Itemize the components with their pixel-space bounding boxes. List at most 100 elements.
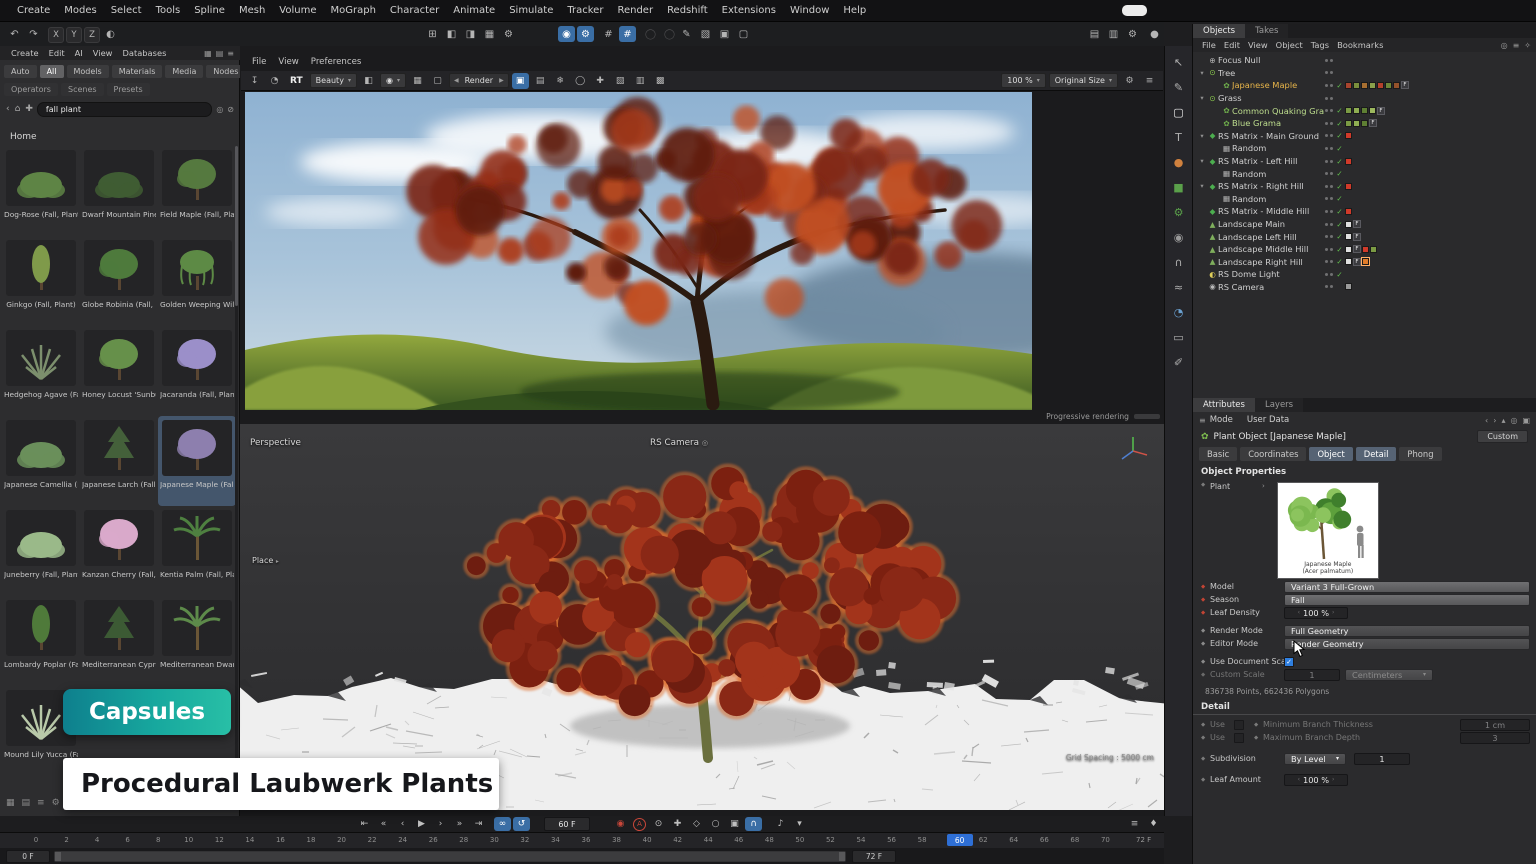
material-tag[interactable] — [1361, 120, 1368, 127]
range-slider[interactable] — [54, 851, 846, 862]
size-select[interactable]: Original Size▾ — [1049, 73, 1118, 88]
viewport-place-label[interactable]: Place ▸ — [252, 556, 279, 565]
asset-item-globe-robinia-fall-pl[interactable]: Globe Robinia (Fall, Pl... — [80, 236, 158, 326]
viewport-view-label[interactable]: Perspective — [250, 438, 301, 448]
asset-item-hedgehog-agave-fall[interactable]: Hedgehog Agave (Fall... — [2, 326, 80, 416]
menu-window[interactable]: Window — [783, 0, 836, 22]
material-tag[interactable] — [1353, 82, 1360, 89]
attributes-menu-icon[interactable]: ≡ — [1199, 416, 1206, 425]
fields-tag[interactable]: F — [1353, 258, 1361, 266]
editor-visibility-dot[interactable] — [1325, 185, 1328, 188]
menu-spline[interactable]: Spline — [187, 0, 232, 22]
spline-wrap-icon[interactable]: ≈ — [1174, 279, 1183, 295]
render-settings-button[interactable]: ⚙ — [1124, 26, 1141, 42]
editor-visibility-dot[interactable] — [1325, 160, 1328, 163]
freeze-icon[interactable]: ❄ — [552, 73, 569, 89]
editor-visibility-dot[interactable] — [1325, 172, 1328, 175]
render-visibility-dot[interactable] — [1330, 185, 1333, 188]
object-row-landscape-left-hill[interactable]: ▲Landscape Left Hill✓F — [1193, 230, 1536, 243]
make-editable-icon[interactable]: ⊞ — [424, 26, 441, 42]
editor-visibility-dot[interactable] — [1325, 223, 1328, 226]
param-key-button[interactable]: ▣ — [726, 817, 743, 831]
zoom-select[interactable]: 100 %▾ — [1001, 73, 1045, 88]
axis-x-button[interactable]: X — [48, 27, 64, 43]
menu-redshift[interactable]: Redshift — [660, 0, 715, 22]
editor-visibility-dot[interactable] — [1325, 84, 1328, 87]
editor-visibility-dot[interactable] — [1325, 197, 1328, 200]
enabled-check[interactable]: ✓ — [1334, 81, 1345, 90]
subdivision-field[interactable]: 1 — [1354, 753, 1410, 765]
render-visibility-dot[interactable] — [1330, 84, 1333, 87]
attr-back-icon[interactable]: ‹ — [1485, 416, 1488, 425]
render-visibility-dot[interactable] — [1330, 248, 1333, 251]
view-filter-select[interactable]: ◉▾ — [380, 73, 406, 88]
field-magnet-icon[interactable]: ∩ — [1174, 254, 1182, 270]
material-tag[interactable] — [1353, 107, 1360, 114]
render-view-menu-view[interactable]: View — [272, 57, 304, 67]
material-tag[interactable] — [1345, 158, 1352, 165]
simulate-settings-icon[interactable]: ⚙ — [577, 26, 594, 42]
enabled-check[interactable]: ✓ — [1334, 207, 1345, 216]
render-visibility-dot[interactable] — [1330, 285, 1333, 288]
render-visibility-dot[interactable] — [1330, 210, 1333, 213]
object-row-random[interactable]: ▦Random✓ — [1193, 193, 1536, 206]
disabled-tool-icon-2[interactable]: ◯ — [661, 26, 678, 42]
enabled-check[interactable]: ✓ — [1334, 182, 1345, 191]
search-input[interactable] — [37, 102, 212, 117]
volume-mesher-icon[interactable]: ▢ — [735, 26, 752, 42]
attr-lock-icon[interactable]: ▣ — [1522, 416, 1530, 425]
material-tag[interactable] — [1345, 107, 1352, 114]
material-tag[interactable] — [1393, 82, 1400, 89]
grid-view-icon[interactable]: ▦ — [6, 798, 15, 808]
user-data-menu[interactable]: User Data — [1247, 415, 1289, 425]
menu-mesh[interactable]: Mesh — [232, 0, 272, 22]
render-visibility-dot[interactable] — [1330, 97, 1333, 100]
expand-caret[interactable]: ▾ — [1197, 94, 1207, 102]
panel-menu-icon[interactable]: ≡ — [227, 49, 234, 58]
panel-tab-attributes[interactable]: Attributes — [1193, 398, 1255, 412]
model-mode-icon[interactable]: ◧ — [443, 26, 460, 42]
asset-tab-materials[interactable]: Materials — [112, 65, 163, 78]
key-nav-icon[interactable]: ♦ — [1145, 817, 1162, 831]
enabled-check[interactable]: ✓ — [1334, 220, 1345, 229]
asset-tab-scenes[interactable]: Scenes — [61, 83, 104, 96]
material-tag[interactable] — [1345, 258, 1352, 265]
render-visibility-dot[interactable] — [1330, 160, 1333, 163]
asset-item-japanese-larch-fall-pl[interactable]: Japanese Larch (Fall, Pl... — [80, 416, 158, 506]
custom-scale-unit-select[interactable]: Centimeters▾ — [1345, 669, 1433, 681]
play-button[interactable]: ▶ — [413, 817, 430, 831]
asset-tab-models[interactable]: Models — [67, 65, 109, 78]
menu-create[interactable]: Create — [10, 0, 57, 22]
goto-end-button[interactable]: ⇥ — [470, 817, 487, 831]
plant-preview-thumbnail[interactable]: Japanese Maple (Acer palmatum) — [1277, 482, 1379, 579]
render-visibility-dot[interactable] — [1330, 122, 1333, 125]
render-visibility-dot[interactable] — [1330, 71, 1333, 74]
coord-system-button[interactable]: ◐ — [102, 26, 119, 42]
timeline-options-icon[interactable]: ≡ — [1126, 817, 1143, 831]
play-mode-button[interactable]: ↺ — [513, 817, 530, 831]
render-setting-nav[interactable]: ◀Render▶ — [449, 73, 509, 88]
volume-sphere-icon[interactable]: ◉ — [1174, 229, 1184, 245]
display-mode-icon[interactable]: ▭ — [1173, 329, 1183, 345]
render-pass-select[interactable]: Beauty▾ — [310, 73, 357, 88]
editor-visibility-dot[interactable] — [1325, 122, 1328, 125]
prev-frame-button[interactable]: ‹ — [394, 817, 411, 831]
camera-tool-icon[interactable]: ◔ — [1174, 304, 1184, 320]
cube-primitive-icon[interactable]: ▢ — [1173, 104, 1183, 120]
sync-icon[interactable]: ◎ — [216, 105, 223, 114]
material-tag[interactable] — [1370, 246, 1377, 253]
material-tag[interactable] — [1361, 82, 1368, 89]
prev-key-button[interactable]: « — [375, 817, 392, 831]
text-tool-icon[interactable]: T — [1175, 129, 1182, 145]
object-row-blue-grama[interactable]: ✿Blue Grama✓F — [1193, 117, 1536, 130]
custom-button[interactable]: Custom — [1477, 430, 1528, 443]
editor-visibility-dot[interactable] — [1325, 97, 1328, 100]
maximum-branch-depth-field[interactable]: 3 — [1460, 732, 1530, 744]
enabled-check[interactable]: ✓ — [1334, 106, 1345, 115]
object-row-common-quaking-grass[interactable]: ✿Common Quaking Grass✓F — [1193, 104, 1536, 117]
model-select[interactable]: Variant 3 Full-Grown — [1284, 581, 1530, 593]
range-start-field[interactable]: 0 F — [6, 850, 50, 863]
material-tag[interactable] — [1361, 107, 1368, 114]
rv-menu-icon[interactable]: ≡ — [1141, 73, 1158, 89]
position-key-button[interactable]: ✚ — [669, 817, 686, 831]
